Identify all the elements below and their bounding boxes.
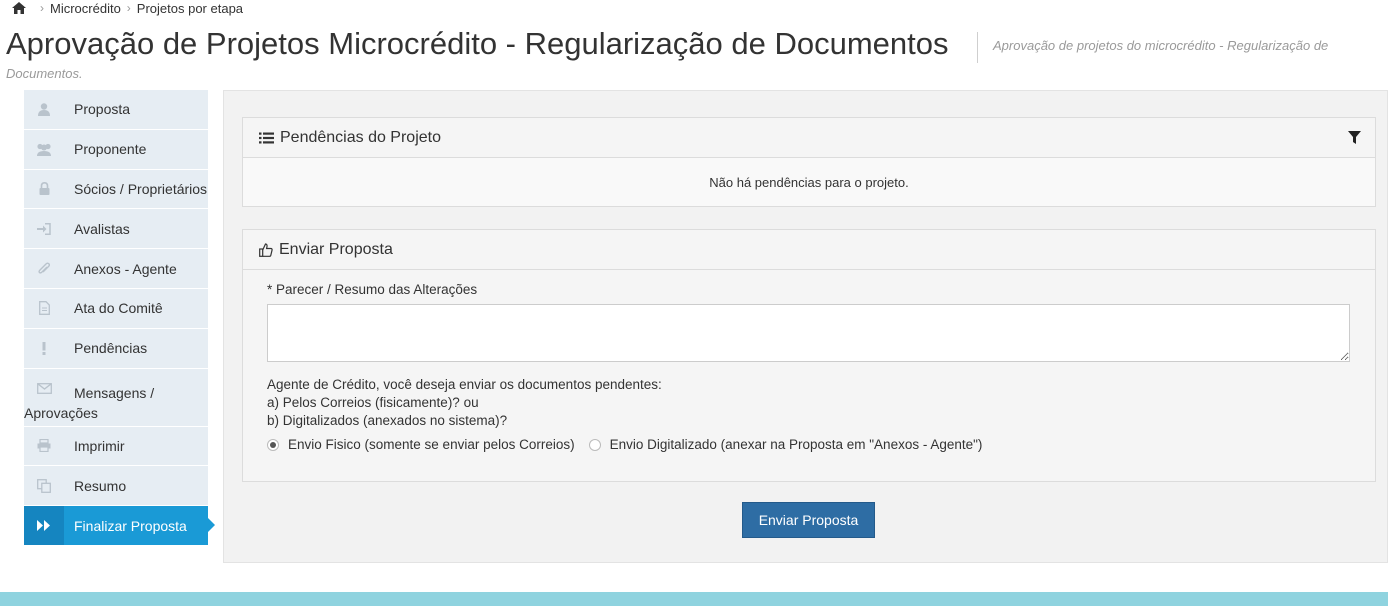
user-icon <box>24 90 64 129</box>
enviar-proposta-panel: Enviar Proposta * Parecer / Resumo das A… <box>242 229 1376 482</box>
title-divider <box>977 32 978 63</box>
sidebar-item-ata-comite[interactable]: Ata do Comitê <box>24 288 208 329</box>
sidebar-item-proposta[interactable]: Proposta <box>24 90 208 130</box>
envio-question-line: b) Digitalizados (anexados no sistema)? <box>267 413 508 428</box>
pendencias-panel-header: Pendências do Projeto <box>243 118 1375 158</box>
sidebar-item-socios[interactable]: Sócios / Proprietários <box>24 169 208 210</box>
sidebar-item-mensagens[interactable]: Mensagens / Aprovações <box>24 368 208 427</box>
sidebar-item-label: Ata do Comitê <box>74 300 163 317</box>
page-title: Aprovação de Projetos Microcrédito - Reg… <box>6 26 949 61</box>
sidebar-item-label-continued: Aprovações <box>24 404 98 421</box>
sidebar-item-label: Avalistas <box>74 220 130 237</box>
pendencias-title: Pendências do Projeto <box>280 128 441 146</box>
exclamation-icon <box>24 328 64 368</box>
envio-options: Envio Fisico (somente se enviar pelos Co… <box>267 437 1351 452</box>
lock-icon <box>24 169 64 209</box>
parecer-textarea[interactable] <box>267 304 1350 362</box>
sidebar-nav: Proposta Proponente Sócios / Proprietári… <box>24 90 215 546</box>
sidebar-item-label: Pendências <box>74 340 148 357</box>
envio-question: Agente de Crédito, você deseja enviar os… <box>267 376 1351 430</box>
sidebar-item-label: Mensagens / <box>74 384 155 401</box>
footer-bar <box>0 592 1388 606</box>
parecer-label: * Parecer / Resumo das Alterações <box>267 282 478 297</box>
radio-envio-digitalizado[interactable] <box>588 438 601 451</box>
sidebar-item-label: Imprimir <box>74 437 125 454</box>
pendencias-panel: Pendências do Projeto Não há pendências … <box>242 117 1376 207</box>
sidebar-item-label: Sócios / Proprietários <box>74 180 208 197</box>
forward-icon <box>24 506 64 545</box>
chevron-right-icon: › <box>126 1 131 15</box>
page-subtitle: Aprovação de projetos do microcrédito - … <box>993 38 1329 53</box>
sidebar-item-resumo[interactable]: Resumo <box>24 466 208 507</box>
sidebar-item-label: Proponente <box>74 141 147 158</box>
option-envio-digitalizado-label: Envio Digitalizado (anexar na Proposta e… <box>609 437 983 452</box>
sidebar-item-avalistas[interactable]: Avalistas <box>24 209 208 250</box>
enviar-proposta-button[interactable]: Enviar Proposta <box>742 502 875 538</box>
sidebar-item-label: Resumo <box>74 477 127 494</box>
list-icon <box>259 132 274 144</box>
print-icon <box>24 426 64 466</box>
radio-envio-fisico[interactable] <box>267 438 279 451</box>
filter-icon[interactable] <box>1348 131 1361 149</box>
breadcrumb-item-projetos[interactable]: Projetos por etapa <box>137 1 243 16</box>
option-envio-fisico-label: Envio Fisico (somente se enviar pelos Co… <box>288 437 575 452</box>
page-subtitle-continued: Documentos. <box>6 66 83 81</box>
users-icon <box>24 129 64 169</box>
file-icon <box>24 288 64 328</box>
main-content: Pendências do Projeto Não há pendências … <box>223 90 1388 563</box>
option-envio-digitalizado[interactable]: Envio Digitalizado (anexar na Proposta e… <box>588 437 983 452</box>
home-icon[interactable] <box>12 2 26 14</box>
enviar-proposta-body: * Parecer / Resumo das Alterações Agente… <box>243 270 1375 481</box>
thumbs-up-icon <box>259 242 273 257</box>
breadcrumb: › Microcrédito › Projetos por etapa <box>12 0 243 16</box>
option-envio-fisico[interactable]: Envio Fisico (somente se enviar pelos Co… <box>267 437 575 452</box>
sidebar-item-imprimir[interactable]: Imprimir <box>24 426 208 467</box>
sidebar-item-label: Finalizar Proposta <box>74 517 187 534</box>
sidebar-item-proponente[interactable]: Proponente <box>24 129 208 170</box>
sidebar-item-finalizar[interactable]: Finalizar Proposta <box>24 506 215 546</box>
paperclip-icon <box>24 249 64 288</box>
sign-in-icon <box>24 209 64 249</box>
copy-icon <box>24 466 64 506</box>
envelope-icon <box>24 368 64 409</box>
sidebar-item-anexos[interactable]: Anexos - Agente <box>24 249 208 289</box>
enviar-proposta-title: Enviar Proposta <box>279 240 393 258</box>
chevron-right-icon: › <box>40 1 44 15</box>
sidebar-item-label: Anexos - Agente <box>74 260 177 277</box>
breadcrumb-item-microcredito[interactable]: Microcrédito <box>50 1 121 16</box>
enviar-proposta-panel-header: Enviar Proposta <box>243 230 1375 270</box>
sidebar-item-label: Proposta <box>74 101 131 118</box>
sidebar-item-pendencias[interactable]: Pendências <box>24 328 208 369</box>
envio-question-line: a) Pelos Correios (fisicamente)? ou <box>267 395 479 410</box>
pendencias-empty-message: Não há pendências para o projeto. <box>243 158 1375 206</box>
envio-question-line: Agente de Crédito, você deseja enviar os… <box>267 377 662 392</box>
